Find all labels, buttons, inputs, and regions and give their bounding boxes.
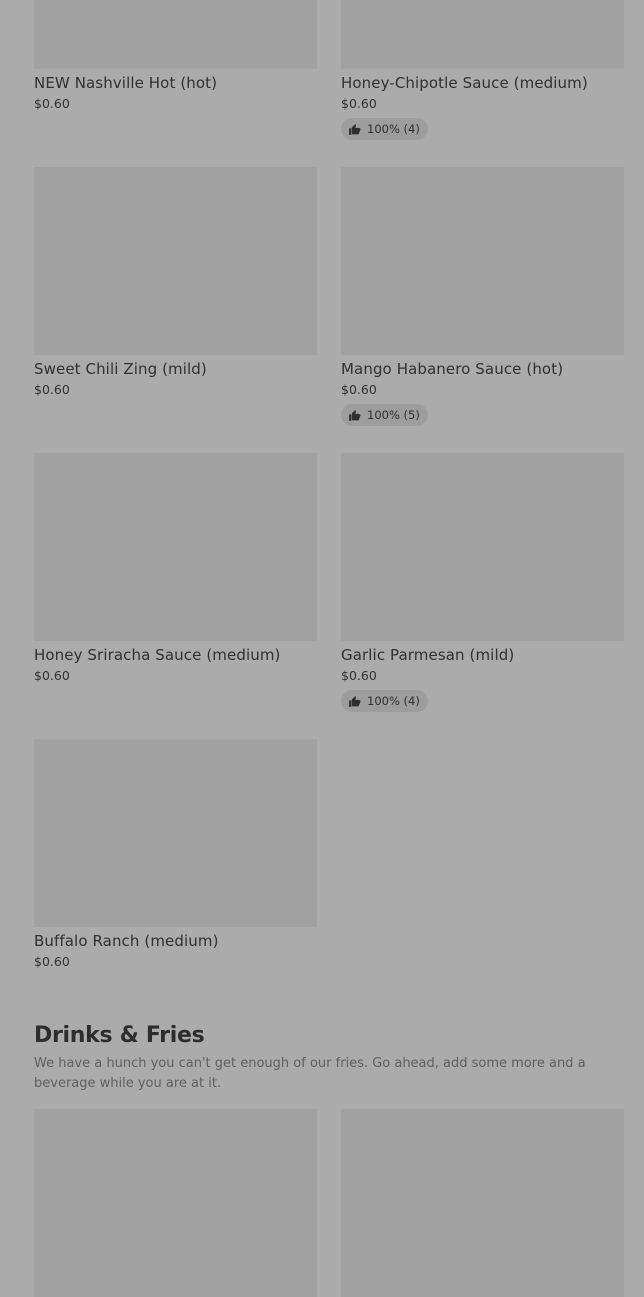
menu-item-card[interactable]: NEW Nashville Hot (hot) $0.60 (34, 0, 317, 113)
menu-item-card[interactable]: Honey-Chipotle Sauce (medium) $0.60 100%… (341, 0, 624, 140)
thumbs-up-icon (349, 123, 361, 135)
item-name: Sweet Chili Zing (mild) (34, 360, 207, 378)
menu-item-card[interactable]: Garlic Parmesan (mild) $0.60 100% (4) (341, 453, 624, 712)
menu-item-card[interactable] (34, 1109, 317, 1297)
item-price: $0.60 (34, 382, 70, 397)
item-image (34, 1109, 317, 1297)
rating-badge: 100% (4) (341, 690, 428, 712)
item-image (341, 453, 624, 641)
item-image (341, 0, 624, 69)
item-image (34, 453, 317, 641)
thumbs-up-icon (349, 695, 361, 707)
item-name: Honey-Chipotle Sauce (medium) (341, 74, 588, 92)
rating-text: 100% (4) (367, 694, 420, 708)
item-price: $0.60 (34, 668, 70, 683)
item-name: NEW Nashville Hot (hot) (34, 74, 218, 92)
item-image (34, 167, 317, 355)
item-price: $0.60 (341, 96, 377, 111)
item-name: Garlic Parmesan (mild) (341, 646, 515, 664)
item-name: Buffalo Ranch (medium) (34, 932, 219, 950)
item-price: $0.60 (341, 668, 377, 683)
item-price: $0.60 (34, 96, 70, 111)
item-name: Honey Sriracha Sauce (medium) (34, 646, 281, 664)
menu-item-card[interactable]: Mango Habanero Sauce (hot) $0.60 100% (5… (341, 167, 624, 426)
item-price: $0.60 (341, 382, 377, 397)
section-description: We have a hunch you can't get enough of … (34, 1056, 586, 1091)
menu-item-card[interactable]: Sweet Chili Zing (mild) $0.60 (34, 167, 317, 399)
item-price: $0.60 (34, 954, 70, 969)
rating-text: 100% (4) (367, 122, 420, 136)
menu-item-card[interactable]: Buffalo Ranch (medium) $0.60 (34, 739, 317, 971)
menu-item-card[interactable]: Honey Sriracha Sauce (medium) $0.60 (34, 453, 317, 685)
item-name: Mango Habanero Sauce (hot) (341, 360, 564, 378)
menu-section-header: Drinks & Fries We have a hunch you can't… (34, 1020, 626, 1094)
rating-badge: 100% (5) (341, 404, 428, 426)
item-image (34, 0, 317, 69)
item-image (34, 739, 317, 927)
item-image (341, 167, 624, 355)
rating-text: 100% (5) (367, 408, 420, 422)
thumbs-up-icon (349, 409, 361, 421)
item-image (341, 1109, 624, 1297)
section-title: Drinks & Fries (34, 1023, 205, 1048)
menu-item-card[interactable] (341, 1109, 624, 1297)
rating-badge: 100% (4) (341, 118, 428, 140)
